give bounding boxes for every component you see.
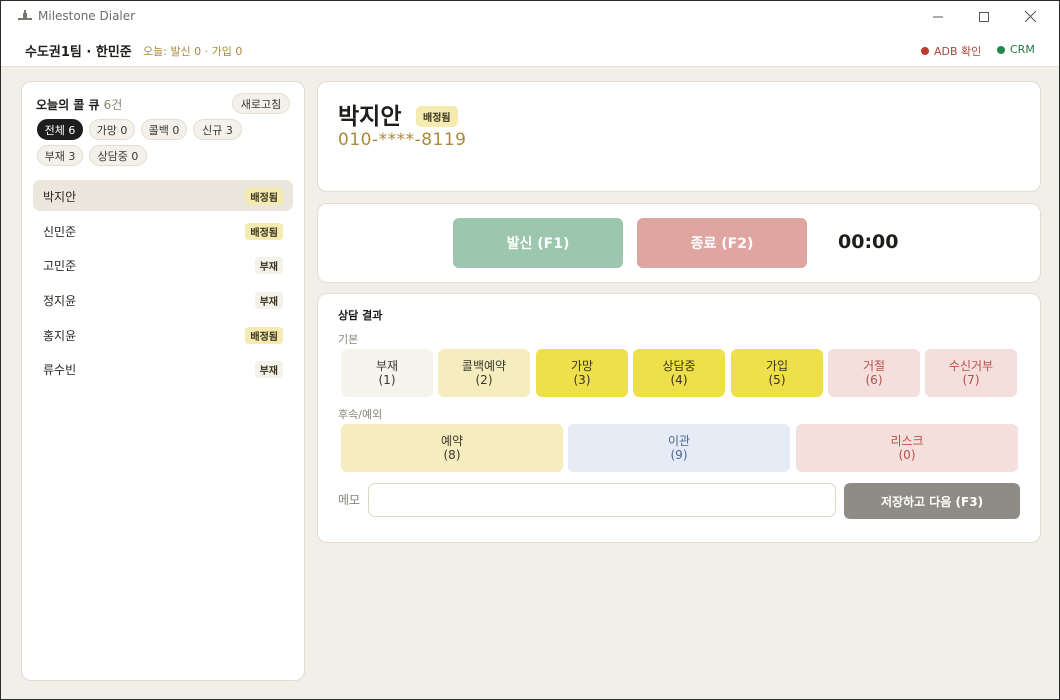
- queue-item-name: 홍지윤: [43, 329, 77, 343]
- result-key: (1): [378, 373, 396, 387]
- result-join-button[interactable]: 가입 (5): [731, 349, 823, 397]
- minimize-icon: [933, 16, 943, 17]
- app-logo-icon: [18, 10, 32, 20]
- team-user-label: 수도권1팀 · 한민준: [25, 45, 132, 60]
- filter-chip-in-consult[interactable]: 상담중 0: [89, 145, 147, 166]
- basic-label: 기본: [338, 333, 359, 346]
- memo-label: 메모: [338, 493, 361, 507]
- adb-status[interactable]: ADB 확인: [921, 43, 981, 59]
- close-icon: [1024, 11, 1036, 22]
- save-and-next-button[interactable]: 저장하고 다음 (F3): [844, 483, 1020, 519]
- queue-item[interactable]: 고민준 부재: [33, 249, 293, 280]
- result-prospect-button[interactable]: 가망 (3): [536, 349, 628, 397]
- queue-item-badge: 배정됨: [245, 188, 283, 205]
- queue-item-name: 류수빈: [43, 363, 77, 377]
- queue-item[interactable]: 박지안 배정됨: [33, 180, 293, 211]
- filter-chip-callback[interactable]: 콜백 0: [141, 119, 187, 140]
- title-bar: Milestone Dialer: [1, 1, 1059, 32]
- queue-item-badge: 부재: [254, 257, 283, 274]
- call-control-card: 발신 (F1) 종료 (F2) 00:00: [317, 203, 1041, 283]
- result-key: (6): [865, 373, 883, 387]
- followup-label: 후속/예외: [338, 408, 383, 421]
- consult-result-card: 상담 결과 기본 부재 (1) 콜백예약 (2) 가망 (3) 상담중 (4) 가입 (5…: [317, 293, 1041, 543]
- today-stats: 오늘: 발신 0 · 가입 0: [143, 45, 243, 58]
- queue-item-badge: 배정됨: [245, 327, 283, 344]
- result-label: 부재: [375, 359, 399, 373]
- result-label: 거절: [862, 359, 886, 373]
- refresh-button[interactable]: 새로고침: [232, 93, 290, 114]
- adb-status-label: ADB 확인: [934, 45, 982, 58]
- result-absent-button[interactable]: 부재 (1): [341, 349, 433, 397]
- filter-chip-prospect[interactable]: 가망 0: [89, 119, 135, 140]
- crm-status[interactable]: CRM: [997, 43, 1035, 56]
- queue-title: 오늘의 콜 큐 6건: [36, 96, 122, 113]
- queue-item-name: 박지안: [43, 190, 77, 204]
- result-in-consult-button[interactable]: 상담중 (4): [633, 349, 725, 397]
- filter-chip-new[interactable]: 신규 3: [193, 119, 242, 140]
- queue-count: 6건: [103, 98, 123, 112]
- result-key: (3): [573, 373, 591, 387]
- result-transfer-button[interactable]: 이관 (9): [568, 424, 790, 472]
- result-reject-button[interactable]: 거절 (6): [828, 349, 920, 397]
- call-timer: 00:00: [838, 231, 899, 253]
- maximize-button[interactable]: [961, 1, 1007, 32]
- result-key: (0): [898, 448, 916, 462]
- result-label: 콜백예약: [461, 359, 507, 373]
- call-queue-panel: 오늘의 콜 큐 6건 새로고침 전체 6 가망 0 콜백 0 신규 3 부재 3 …: [21, 81, 305, 681]
- result-label: 리스크: [890, 434, 924, 448]
- queue-item-badge: 부재: [254, 292, 283, 309]
- maximize-icon: [979, 11, 989, 22]
- filter-chip-all[interactable]: 전체 6: [37, 119, 83, 140]
- result-label: 상담중: [662, 359, 696, 373]
- result-key: (8): [443, 448, 461, 462]
- queue-item-badge: 부재: [254, 361, 283, 378]
- window-title: Milestone Dialer: [38, 9, 136, 23]
- queue-item-name: 신민준: [43, 225, 77, 239]
- result-label: 가망: [570, 359, 594, 373]
- end-call-button[interactable]: 종료 (F2): [637, 218, 807, 268]
- result-label: 가입: [765, 359, 789, 373]
- result-label: 예약: [440, 434, 464, 448]
- queue-item[interactable]: 류수빈 부재: [33, 353, 293, 384]
- queue-item-name: 고민준: [43, 259, 77, 273]
- memo-input[interactable]: [368, 483, 836, 517]
- customer-phone: 010-****-8119: [338, 130, 467, 150]
- minimize-button[interactable]: [915, 1, 961, 32]
- dial-button[interactable]: 발신 (F1): [453, 218, 623, 268]
- queue-item[interactable]: 홍지윤 배정됨: [33, 319, 293, 350]
- result-label: 이관: [667, 434, 691, 448]
- result-key: (4): [670, 373, 688, 387]
- result-key: (2): [475, 373, 493, 387]
- result-refuse-receive-button[interactable]: 수신거부 (7): [925, 349, 1017, 397]
- app-header: 수도권1팀 · 한민준 오늘: 발신 0 · 가입 0 ADB 확인 CRM: [1, 32, 1059, 67]
- result-reserve-button[interactable]: 예약 (8): [341, 424, 563, 472]
- result-key: (5): [768, 373, 786, 387]
- result-callback-button[interactable]: 콜백예약 (2): [438, 349, 530, 397]
- app-window: Milestone Dialer 수도권1팀 · 한민준 오늘: 발신 0 · …: [0, 0, 1060, 700]
- queue-item[interactable]: 신민준 배정됨: [33, 215, 293, 246]
- crm-status-dot-icon: [997, 45, 1005, 54]
- result-risk-button[interactable]: 리스크 (0): [796, 424, 1018, 472]
- crm-status-label: CRM: [1010, 43, 1035, 56]
- filter-chip-absent[interactable]: 부재 3: [37, 145, 83, 166]
- customer-status-badge: 배정됨: [416, 106, 458, 127]
- result-section-title: 상담 결과: [338, 309, 383, 322]
- result-label: 수신거부: [948, 359, 994, 373]
- close-button[interactable]: [1007, 1, 1053, 32]
- queue-item[interactable]: 정지윤 부재: [33, 284, 293, 315]
- queue-item-name: 정지윤: [43, 294, 77, 308]
- customer-name: 박지안: [338, 104, 402, 130]
- adb-status-dot-icon: [921, 47, 929, 55]
- result-key: (9): [670, 448, 688, 462]
- queue-item-badge: 배정됨: [245, 223, 283, 240]
- result-key: (7): [962, 373, 980, 387]
- customer-card: 박지안 배정됨 010-****-8119: [317, 81, 1041, 192]
- queue-title-text: 오늘의 콜 큐: [36, 98, 100, 112]
